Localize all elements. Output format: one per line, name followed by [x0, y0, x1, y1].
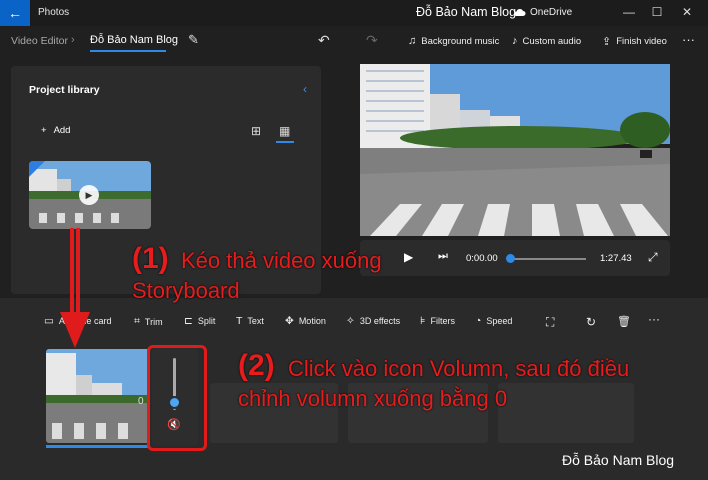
step-2-text-line-2: chỉnh volumn xuống bằng 0: [238, 386, 508, 411]
3d-effects-label: 3D effects: [359, 316, 401, 326]
volume-highlight-box: [147, 345, 207, 451]
music-note-icon: ♫: [408, 35, 417, 47]
redo-icon[interactable]: ↷: [366, 32, 378, 49]
text-icon: T: [236, 315, 243, 327]
player-controls: ▶ ⏭ 0:00.00 1:27.43 ⤢: [360, 240, 670, 276]
back-button[interactable]: ←: [0, 0, 30, 26]
project-library-title: Project library: [29, 84, 100, 96]
trim-icon: ⌗: [134, 315, 140, 327]
minimize-button[interactable]: —: [618, 3, 640, 21]
more-options-icon[interactable]: ···: [682, 32, 695, 47]
breadcrumb-project-name[interactable]: Đỗ Bảo Nam Blog: [90, 34, 178, 46]
step-2-text: Click vào icon Volumn, sau đó điều: [288, 356, 630, 381]
3d-effects-button[interactable]: ✧ 3D effects: [346, 315, 400, 327]
seek-bar[interactable]: [510, 258, 586, 260]
background-music-button[interactable]: ♫ Background music: [408, 35, 499, 47]
filters-label: Filters: [430, 316, 455, 326]
clip-play-icon[interactable]: ▶: [79, 185, 99, 205]
down-arrow-icon: [60, 312, 90, 348]
clip-duration: 0: [138, 396, 144, 407]
rotate-icon[interactable]: ↻: [586, 315, 596, 329]
add-media-button[interactable]: + Add: [41, 125, 70, 136]
speed-icon: ◔: [475, 315, 482, 327]
collapse-icon[interactable]: ‹: [303, 82, 307, 96]
small-grid-icon[interactable]: ⊞: [251, 124, 261, 138]
audio-icon: ♪: [512, 35, 518, 47]
trim-button[interactable]: ⌗ Trim: [134, 315, 163, 328]
breadcrumb-underline: [90, 50, 166, 52]
total-time: 1:27.43: [600, 253, 632, 264]
export-icon: ⇪: [602, 36, 612, 48]
next-frame-icon[interactable]: ⏭: [438, 250, 448, 263]
large-grid-icon[interactable]: ▦: [279, 124, 290, 138]
crop-icon[interactable]: ⛶: [546, 315, 554, 330]
filters-button[interactable]: ⊧ Filters: [420, 315, 455, 327]
split-label: Split: [197, 316, 216, 326]
split-icon: ⊏: [184, 315, 193, 327]
onedrive-status[interactable]: OneDrive: [513, 7, 572, 18]
split-button[interactable]: ⊏ Split: [184, 315, 215, 327]
clip-selected-corner: [29, 161, 45, 177]
breadcrumb-separator: ›: [71, 34, 75, 46]
step-1-number: (1): [132, 242, 169, 275]
more-icon[interactable]: ···: [648, 312, 660, 326]
3d-effects-icon: ✧: [346, 315, 355, 327]
speed-button[interactable]: ◔ Speed: [475, 315, 512, 327]
fullscreen-icon[interactable]: ⤢: [648, 250, 658, 265]
current-time: 0:00.00: [466, 253, 498, 264]
finish-video-label: Finish video: [616, 36, 667, 47]
edit-name-icon[interactable]: ✎: [188, 32, 199, 48]
close-button[interactable]: ✕: [676, 3, 698, 21]
watermark-top: Đỗ Bảo Nam Blog: [416, 5, 517, 19]
play-icon[interactable]: ▶: [404, 250, 413, 264]
custom-audio-button[interactable]: ♪ Custom audio: [512, 35, 581, 47]
add-label: Add: [53, 125, 71, 136]
watermark-bottom: Đỗ Bảo Nam Blog: [562, 452, 675, 468]
undo-icon[interactable]: ↶: [318, 32, 330, 49]
step-1-text: Kéo thả video xuống: [181, 248, 382, 273]
arrow-shaft-left: [70, 228, 74, 318]
delete-icon[interactable]: 🗑: [617, 315, 631, 328]
seek-handle[interactable]: [506, 254, 515, 263]
background-music-label: Background music: [421, 35, 500, 47]
storyboard-clip-image: [46, 349, 150, 443]
back-arrow-icon: ←: [8, 5, 22, 21]
trim-label: Trim: [144, 316, 163, 327]
cloud-icon: [514, 9, 526, 16]
app-title: Photos: [38, 7, 70, 18]
onedrive-label: OneDrive: [530, 7, 573, 18]
text-label: Text: [247, 316, 264, 326]
video-preview: [360, 64, 670, 236]
clip-selected-indicator: [46, 445, 150, 448]
step-1-text-line-2: Storyboard: [132, 278, 240, 303]
library-clip-thumbnail[interactable]: ▶: [29, 161, 151, 229]
maximize-button[interactable]: ☐: [646, 3, 668, 21]
custom-audio-label: Custom audio: [522, 35, 582, 47]
step-2-number: (2): [238, 349, 275, 382]
finish-video-button[interactable]: ⇪ Finish video: [602, 35, 667, 48]
arrow-shaft-right: [76, 228, 80, 318]
storyboard-empty-slot[interactable]: [498, 383, 634, 443]
plus-icon: +: [41, 125, 47, 136]
speed-label: Speed: [486, 316, 513, 326]
title-bar: ← Photos Đỗ Bảo Nam Blog OneDrive — ☐ ✕: [0, 0, 708, 26]
storyboard-clip[interactable]: [46, 349, 150, 443]
title-card-icon: ▭: [44, 315, 54, 327]
editor-toolbar: Video Editor › Đỗ Bảo Nam Blog ✎ ↶ ↷ ♫ B…: [0, 26, 708, 56]
motion-label: Motion: [298, 316, 326, 326]
breadcrumb-video-editor[interactable]: Video Editor: [11, 35, 68, 47]
motion-icon: ✥: [285, 315, 294, 327]
grid-selected-indicator: [276, 141, 294, 143]
motion-button[interactable]: ✥ Motion: [285, 315, 326, 327]
text-button[interactable]: T Text: [236, 315, 264, 327]
preview-frame: [360, 64, 670, 236]
filters-icon: ⊧: [420, 315, 426, 327]
